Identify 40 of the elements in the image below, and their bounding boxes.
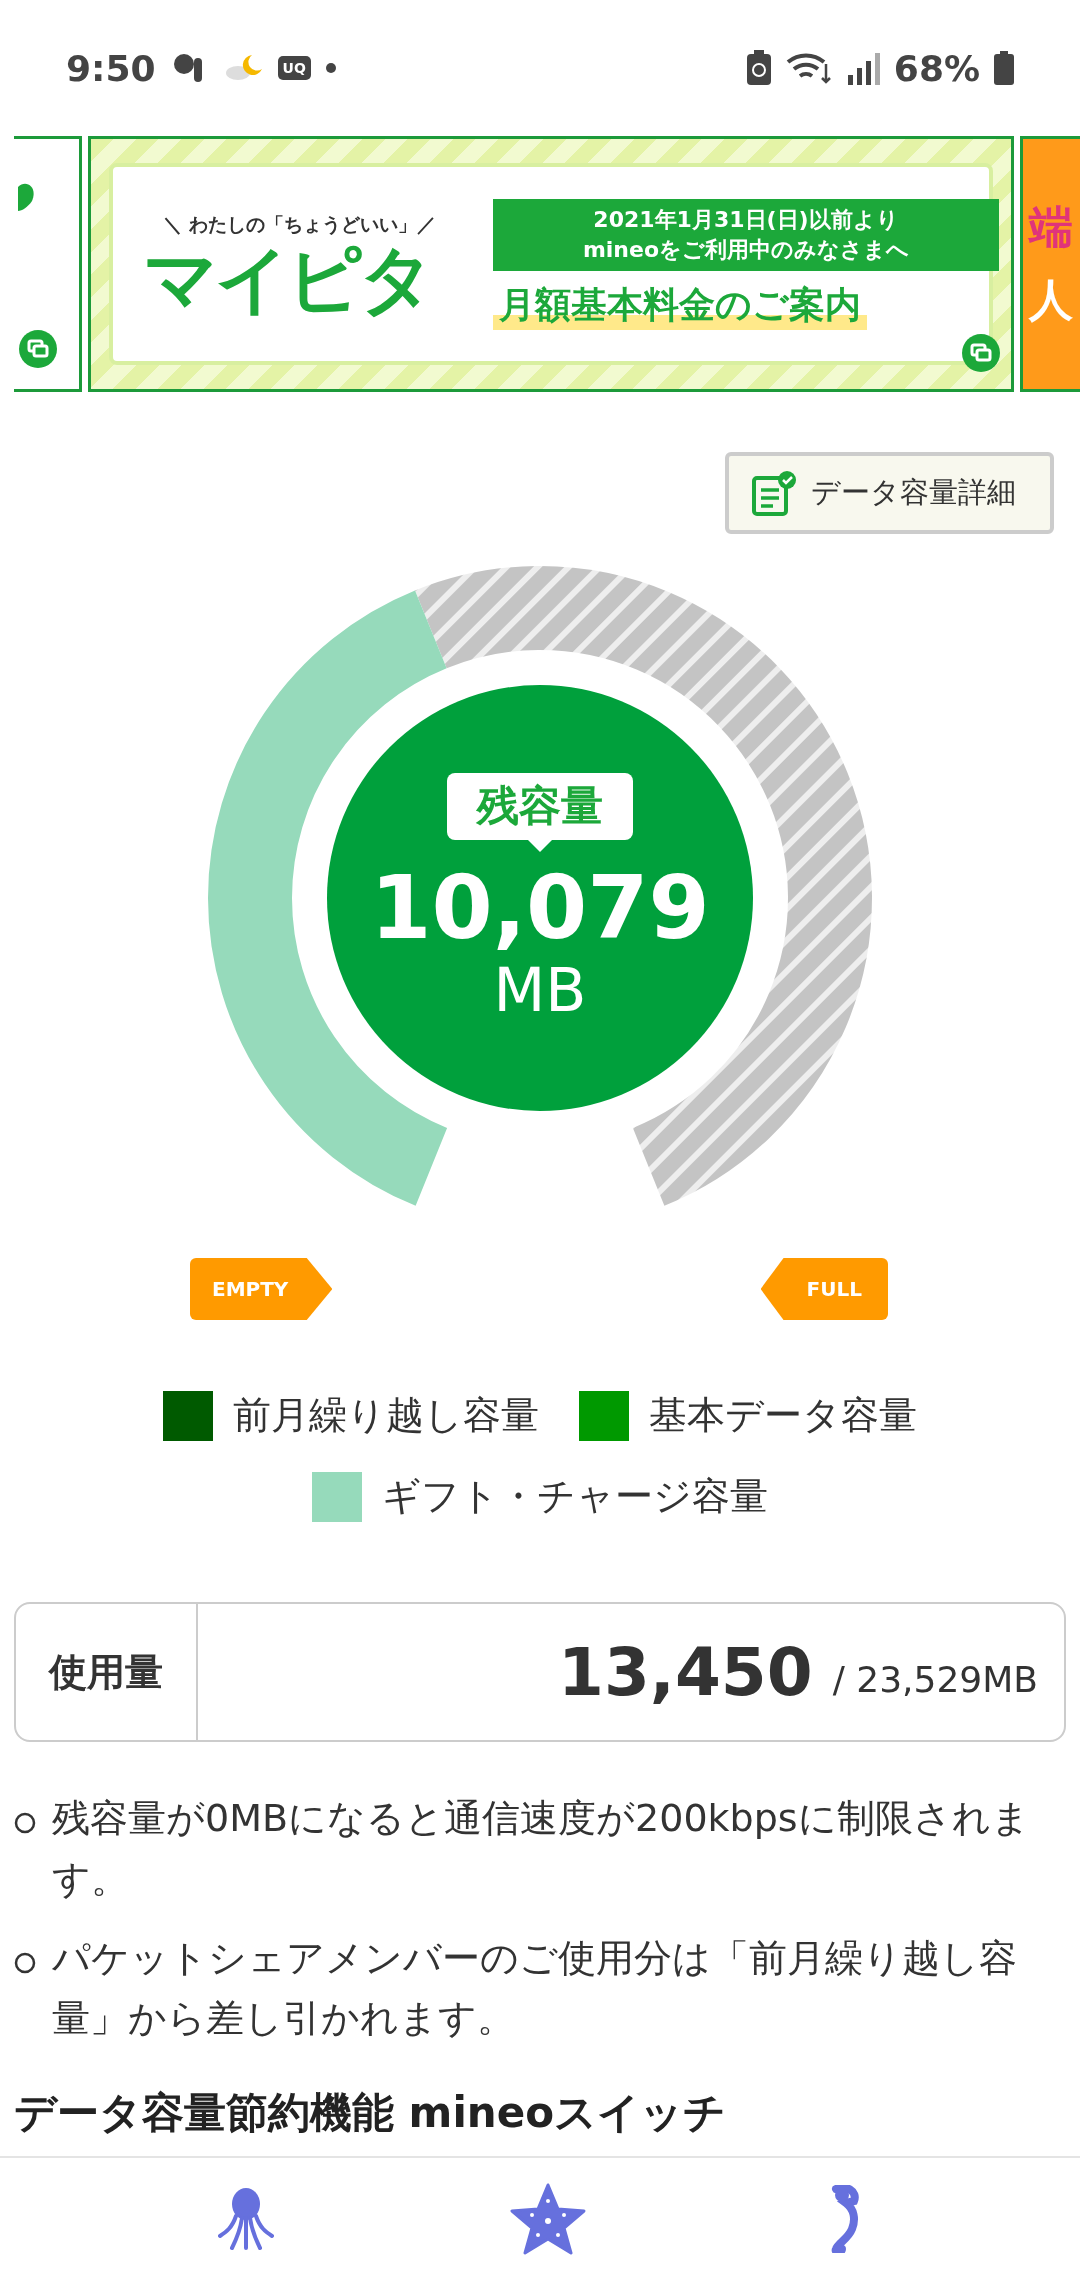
campaign-banner[interactable]: ＼ わたしの「ちょうどいい」／ マイピタ 2021年1月31日(日)以前より mineoをご利用中のみなさまへ 月額基本料金のご案内 [88,136,1014,392]
signal-icon [845,51,880,85]
banner-date: 2021年1月31日(日)以前より [592,205,900,234]
starfish-icon [510,2183,586,2255]
banner-logo: マイピタ [143,242,432,316]
banner-notice: mineoをご利用中のみなさまへ [581,235,911,264]
checklist-icon [751,470,797,516]
caption-pointer [528,839,552,852]
banner-character: 端 [1029,200,1074,254]
banner-tagline: ＼ わたしの「ちょうどいい」／ [162,212,437,237]
empty-tag: EMPTY [190,1258,333,1320]
octopus-icon [218,2186,274,2252]
full-tag: FULL [760,1258,888,1320]
legend-label: ギフト・チャージ容量 [382,1473,768,1520]
copy-icon [961,333,1001,373]
legend-label: 前月繰り越し容量 [233,1392,539,1439]
battery-saver-icon [745,50,772,86]
dot-icon [324,62,337,74]
legend-label: 基本データ容量 [649,1392,917,1439]
used-amount: 13,450 [558,1633,813,1711]
copy-icon [18,329,58,369]
note-text: パケットシェアメンバーのご使用分は「前月繰り越し容量」から差し引かれます。 [52,1934,1018,2043]
remaining-value: 10,079 [370,859,710,957]
section-heading: データ容量節約機能 mineoスイッチ [13,2087,728,2140]
wifi-icon [785,50,832,86]
battery-percent: 68% [893,47,980,89]
total-amount: / 23,529MB [832,1658,1038,1700]
banner-character: 人 [1029,273,1074,327]
clock: 9:50 [66,47,156,89]
bullet-icon [14,1812,36,1834]
moon-cloud-icon [223,53,264,83]
remaining-caption: 残容量 [447,773,633,840]
previous-banner[interactable] [14,136,82,392]
carrier-badge: UQ [277,56,311,80]
data-detail-button[interactable]: データ容量詳細 [725,452,1054,534]
battery-icon [994,51,1014,85]
bullet-icon [14,1951,36,1974]
remaining-unit: MB [493,956,587,1023]
note-text: 残容量が0MBになると通信速度が200kbpsに制限されます。 [52,1795,1031,1903]
usage-label: 使用量 [16,1604,198,1740]
